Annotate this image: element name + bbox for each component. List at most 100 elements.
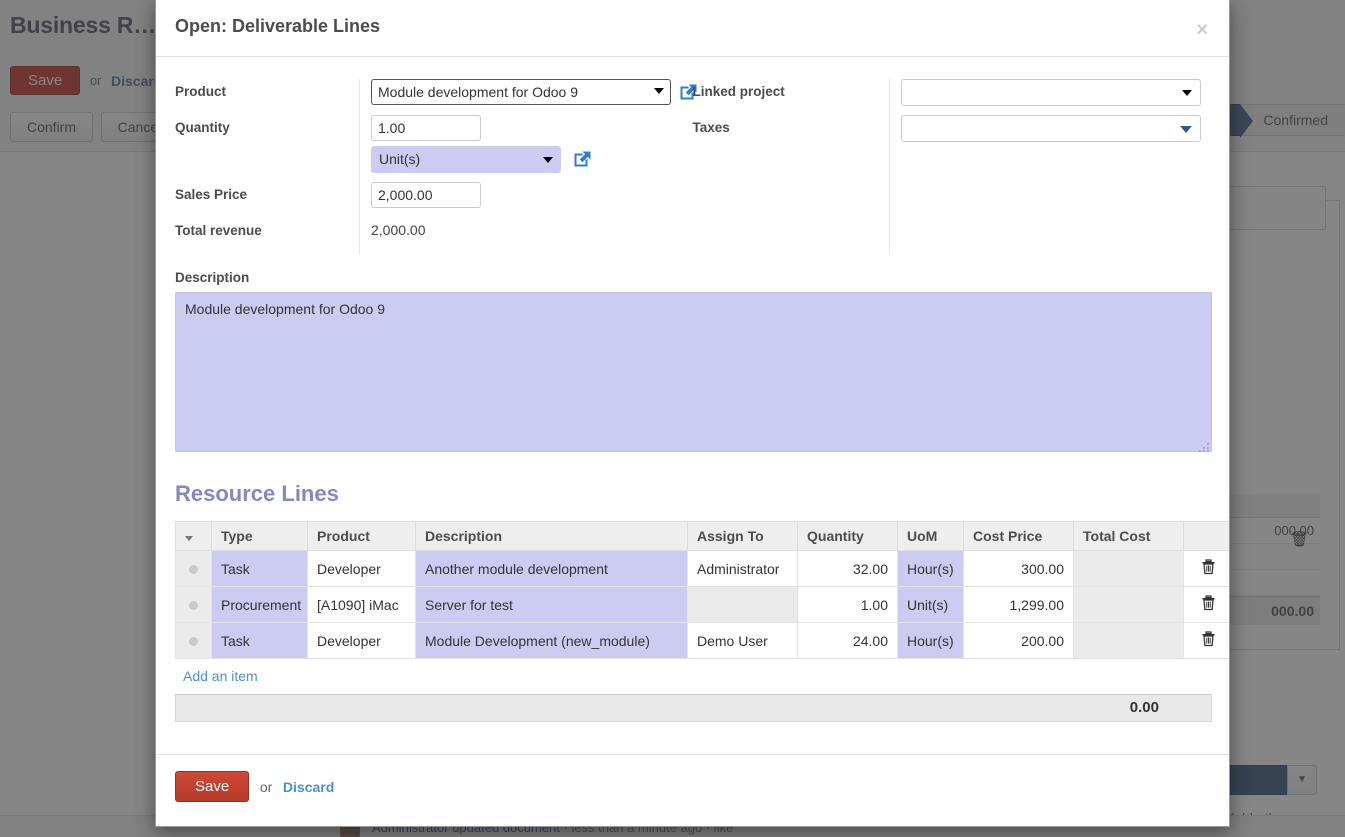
chevron-down-icon	[543, 157, 553, 163]
total-revenue-value: 2,000.00	[371, 218, 426, 238]
taxes-label: Taxes	[693, 115, 877, 151]
column-options-toggle[interactable]	[176, 522, 212, 551]
dialog-footer: Save or Discard	[156, 754, 1229, 826]
column-header-assign-to[interactable]: Assign To	[688, 522, 798, 551]
row-dot-icon	[189, 565, 198, 574]
resource-lines-total: 0.00	[1130, 699, 1159, 716]
trash-icon	[1201, 631, 1216, 647]
close-icon[interactable]: ×	[1196, 20, 1208, 40]
cell-assign-to[interactable]: Administrator	[688, 551, 798, 587]
description-textarea[interactable]: Module development for Odoo 9	[175, 292, 1212, 452]
uom-row: Unit(s)	[371, 146, 592, 173]
resource-lines-title: Resource Lines	[175, 481, 1210, 507]
form-column-right: Linked project Taxes	[693, 79, 1211, 254]
quantity-label: Quantity	[175, 115, 347, 182]
delete-row-button[interactable]	[1184, 587, 1230, 623]
delete-row-button[interactable]	[1184, 623, 1230, 659]
dialog-title: Open: Deliverable Lines	[175, 16, 380, 37]
linked-project-label: Linked project	[693, 79, 877, 115]
cell-type[interactable]: Procurement	[212, 587, 308, 623]
cell-description[interactable]: Server for test	[416, 587, 688, 623]
cell-product[interactable]: Developer	[308, 551, 416, 587]
cell-quantity[interactable]: 24.00	[798, 623, 898, 659]
column-header-uom[interactable]: UoM	[898, 522, 964, 551]
total-revenue-label: Total revenue	[175, 218, 347, 254]
column-header-cost-price[interactable]: Cost Price	[964, 522, 1074, 551]
column-header-product[interactable]: Product	[308, 522, 416, 551]
trash-icon	[1201, 559, 1216, 575]
row-handle[interactable]	[176, 551, 212, 587]
quantity-field-row: Unit(s)	[371, 115, 698, 182]
column-header-type[interactable]: Type	[212, 522, 308, 551]
form-column-left: Product Quantity Sales Price Total reven…	[175, 79, 693, 254]
chevron-down-icon	[1182, 90, 1192, 96]
cell-total-cost	[1074, 587, 1184, 623]
dialog-body: Product Quantity Sales Price Total reven…	[156, 57, 1229, 754]
column-header-description[interactable]: Description	[416, 522, 688, 551]
cell-assign-to[interactable]: Demo User	[688, 623, 798, 659]
cell-product[interactable]: [A1090] iMac	[308, 587, 416, 623]
cell-description[interactable]: Another module development	[416, 551, 688, 587]
quantity-input-wrapper	[371, 115, 481, 141]
cell-assign-to	[688, 587, 798, 623]
cell-cost-price[interactable]: 1,299.00	[964, 587, 1074, 623]
row-dot-icon	[189, 637, 198, 646]
table-row[interactable]: Task Developer Module Development (new_m…	[176, 623, 1230, 659]
sales-price-field-row	[371, 182, 698, 218]
row-handle[interactable]	[176, 623, 212, 659]
taxes-field-row	[901, 115, 1211, 151]
total-revenue-field-row: 2,000.00	[371, 218, 698, 254]
form-fields-right	[889, 79, 1211, 254]
sales-price-input[interactable]	[371, 182, 481, 208]
chevron-down-icon[interactable]	[654, 88, 664, 94]
add-an-item-link[interactable]: Add an item	[183, 668, 258, 684]
form-fields-left: Unit(s)	[359, 79, 698, 254]
product-input-wrapper	[371, 79, 671, 105]
chevron-down-icon	[185, 536, 193, 541]
product-field-row	[371, 79, 698, 115]
table-header-row: Type Product Description Assign To Quant…	[176, 522, 1230, 551]
cell-product[interactable]: Developer	[308, 623, 416, 659]
product-input[interactable]	[371, 79, 671, 105]
column-header-total-cost[interactable]: Total Cost	[1074, 522, 1184, 551]
delete-row-button[interactable]	[1184, 551, 1230, 587]
column-header-actions	[1184, 522, 1230, 551]
cell-uom[interactable]: Hour(s)	[898, 623, 964, 659]
product-label: Product	[175, 79, 347, 115]
row-dot-icon	[189, 601, 198, 610]
quantity-input[interactable]	[371, 115, 481, 141]
column-header-quantity[interactable]: Quantity	[798, 522, 898, 551]
cell-cost-price[interactable]: 300.00	[964, 551, 1074, 587]
taxes-select[interactable]	[901, 115, 1201, 142]
cell-total-cost	[1074, 623, 1184, 659]
discard-link[interactable]: Discard	[283, 779, 334, 795]
form-labels-left: Product Quantity Sales Price Total reven…	[175, 79, 359, 254]
form-grid: Product Quantity Sales Price Total reven…	[175, 79, 1210, 254]
cell-type[interactable]: Task	[212, 551, 308, 587]
save-button[interactable]: Save	[175, 771, 249, 802]
cell-uom[interactable]: Hour(s)	[898, 551, 964, 587]
cell-quantity[interactable]: 1.00	[798, 587, 898, 623]
description-label: Description	[175, 270, 1210, 285]
trash-icon	[1201, 595, 1216, 611]
table-row[interactable]: Task Developer Another module developmen…	[176, 551, 1230, 587]
deliverable-lines-dialog: Open: Deliverable Lines × Product Quanti…	[155, 0, 1230, 827]
resource-lines-table: Type Product Description Assign To Quant…	[175, 521, 1229, 659]
cell-total-cost	[1074, 551, 1184, 587]
linked-project-field-row	[901, 79, 1211, 115]
uom-external-link-icon[interactable]	[573, 149, 592, 168]
linked-project-select[interactable]	[901, 79, 1201, 106]
uom-select-value: Unit(s)	[379, 151, 420, 167]
table-row[interactable]: Procurement [A1090] iMac Server for test…	[176, 587, 1230, 623]
cell-cost-price[interactable]: 200.00	[964, 623, 1074, 659]
uom-select[interactable]: Unit(s)	[371, 146, 561, 173]
row-handle[interactable]	[176, 587, 212, 623]
cell-type[interactable]: Task	[212, 623, 308, 659]
cell-description[interactable]: Module Development (new_module)	[416, 623, 688, 659]
description-wrapper: Module development for Odoo 9	[175, 292, 1212, 455]
dialog-header: Open: Deliverable Lines ×	[156, 0, 1229, 57]
cell-uom[interactable]: Unit(s)	[898, 587, 964, 623]
chevron-down-icon	[1180, 126, 1192, 133]
cell-quantity[interactable]: 32.00	[798, 551, 898, 587]
or-label: or	[260, 779, 272, 795]
